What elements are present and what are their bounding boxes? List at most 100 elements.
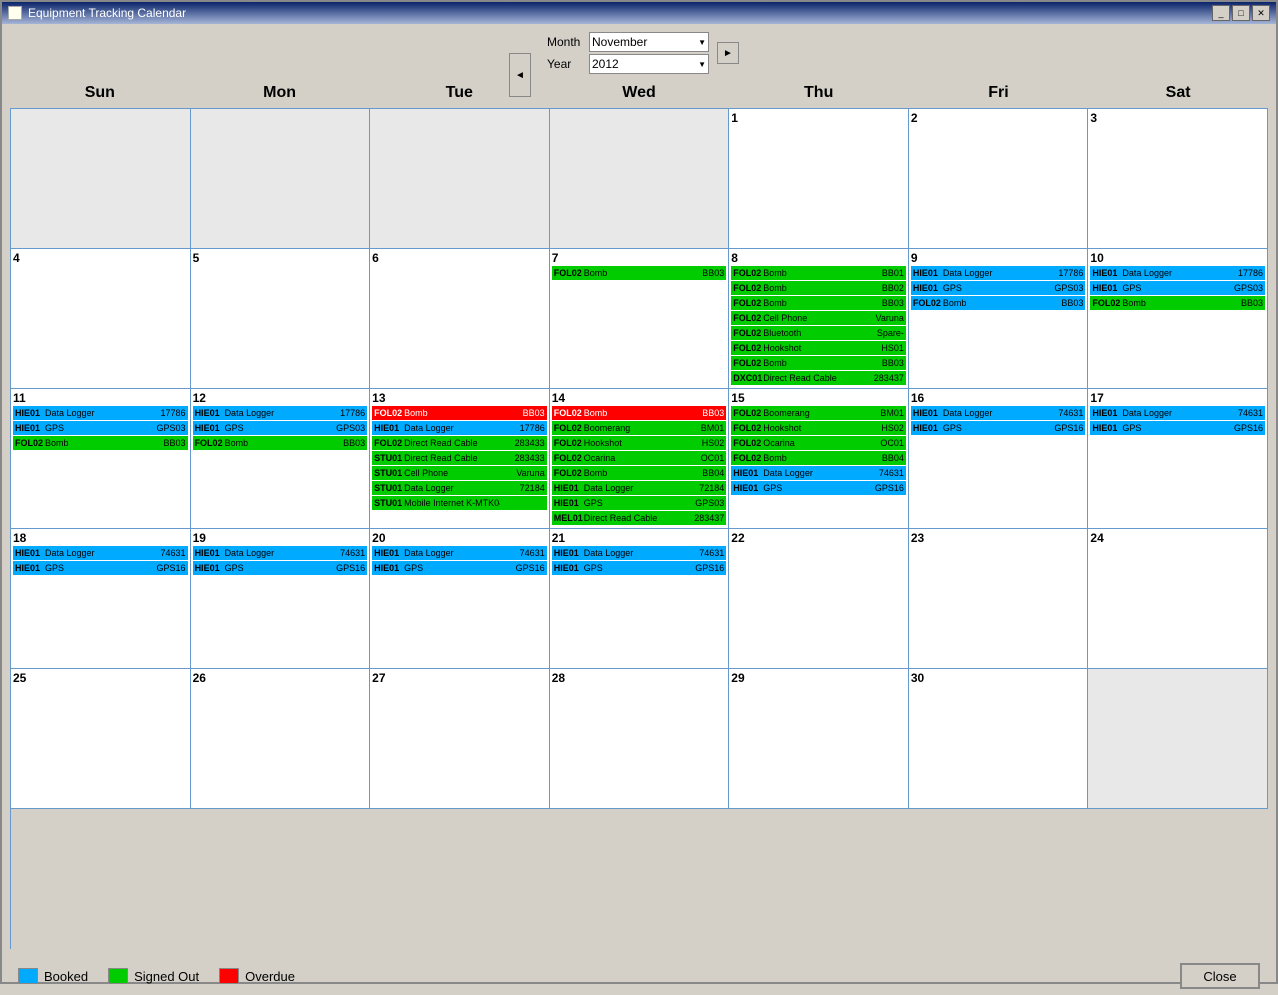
- calendar-cell[interactable]: [370, 109, 550, 249]
- calendar-cell[interactable]: 23: [909, 529, 1089, 669]
- event-item[interactable]: FOL02BombBB03: [552, 266, 727, 280]
- year-dropdown[interactable]: 2012 ▼: [589, 54, 709, 74]
- event-item[interactable]: FOL02Cell PhoneVaruna: [731, 311, 906, 325]
- event-item[interactable]: HIE01GPSGPS16: [13, 561, 188, 575]
- calendar-cell[interactable]: 17HIE01Data Logger74631HIE01GPSGPS16: [1088, 389, 1268, 529]
- calendar-cell[interactable]: 19HIE01Data Logger74631HIE01GPSGPS16: [191, 529, 371, 669]
- event-item[interactable]: FOL02HookshotHS02: [731, 421, 906, 435]
- calendar-cell[interactable]: 6: [370, 249, 550, 389]
- event-item[interactable]: HIE01GPSGPS16: [552, 561, 727, 575]
- event-item[interactable]: FOL02BombBB03: [911, 296, 1086, 310]
- calendar-cell[interactable]: 13FOL02BombBB03HIE01Data Logger17786FOL0…: [370, 389, 550, 529]
- close-window-button[interactable]: ✕: [1252, 5, 1270, 21]
- title-bar-controls[interactable]: _ □ ✕: [1212, 5, 1270, 21]
- calendar-cell[interactable]: 29: [729, 669, 909, 809]
- calendar-cell[interactable]: 12HIE01Data Logger17786HIE01GPSGPS03FOL0…: [191, 389, 371, 529]
- prev-month-button[interactable]: ◄: [509, 53, 531, 97]
- event-item[interactable]: HIE01Data Logger74631: [552, 546, 727, 560]
- event-item[interactable]: FOL02HookshotHS01: [731, 341, 906, 355]
- event-item[interactable]: FOL02BombBB03: [731, 356, 906, 370]
- event-item[interactable]: HIE01Data Logger17786: [1090, 266, 1265, 280]
- calendar-cell[interactable]: 11HIE01Data Logger17786HIE01GPSGPS03FOL0…: [11, 389, 191, 529]
- event-item[interactable]: FOL02BombBB03: [731, 296, 906, 310]
- event-item[interactable]: FOL02BombBB01: [731, 266, 906, 280]
- event-item[interactable]: HIE01Data Logger74631: [13, 546, 188, 560]
- calendar-cell[interactable]: 21HIE01Data Logger74631HIE01GPSGPS16: [550, 529, 730, 669]
- event-entity: FOL02: [913, 297, 943, 309]
- calendar-cell[interactable]: 8FOL02BombBB01FOL02BombBB02FOL02BombBB03…: [729, 249, 909, 389]
- calendar-cell[interactable]: 7FOL02BombBB03: [550, 249, 730, 389]
- event-item[interactable]: STU01Direct Read Cable283433: [372, 451, 547, 465]
- maximize-button[interactable]: □: [1232, 5, 1250, 21]
- event-item[interactable]: HIE01GPSGPS16: [193, 561, 368, 575]
- event-item[interactable]: FOL02BombBB03: [193, 436, 368, 450]
- event-item[interactable]: HIE01Data Logger17786: [911, 266, 1086, 280]
- event-item[interactable]: HIE01GPSGPS03: [911, 281, 1086, 295]
- event-item[interactable]: FOL02BoomerangBM01: [552, 421, 727, 435]
- calendar-cell[interactable]: 3: [1088, 109, 1268, 249]
- event-item[interactable]: STU01Data Logger72184: [372, 481, 547, 495]
- event-item[interactable]: HIE01GPSGPS03: [1090, 281, 1265, 295]
- event-item[interactable]: HIE01GPSGPS16: [731, 481, 906, 495]
- event-item[interactable]: FOL02OcarinaOC01: [731, 436, 906, 450]
- event-item[interactable]: FOL02BombBB04: [552, 466, 727, 480]
- event-item[interactable]: MEL01Direct Read Cable283437: [552, 511, 727, 525]
- event-item[interactable]: HIE01Data Logger72184: [552, 481, 727, 495]
- calendar-cell[interactable]: 20HIE01Data Logger74631HIE01GPSGPS16: [370, 529, 550, 669]
- event-item[interactable]: HIE01Data Logger74631: [911, 406, 1086, 420]
- event-item[interactable]: HIE01Data Logger17786: [193, 406, 368, 420]
- calendar-cell[interactable]: 14FOL02BombBB03FOL02BoomerangBM01FOL02Ho…: [550, 389, 730, 529]
- calendar-cell[interactable]: 26: [191, 669, 371, 809]
- calendar-cell[interactable]: [1088, 669, 1268, 809]
- calendar-cell[interactable]: [191, 109, 371, 249]
- event-item[interactable]: FOL02BombBB03: [552, 406, 727, 420]
- event-item[interactable]: FOL02BluetoothSpare-: [731, 326, 906, 340]
- event-item[interactable]: FOL02BombBB02: [731, 281, 906, 295]
- calendar-cell[interactable]: 10HIE01Data Logger17786HIE01GPSGPS03FOL0…: [1088, 249, 1268, 389]
- calendar-cell[interactable]: 18HIE01Data Logger74631HIE01GPSGPS16: [11, 529, 191, 669]
- calendar-cell[interactable]: 4: [11, 249, 191, 389]
- event-item[interactable]: FOL02BoomerangBM01: [731, 406, 906, 420]
- event-item[interactable]: HIE01Data Logger74631: [731, 466, 906, 480]
- event-item[interactable]: HIE01Data Logger17786: [372, 421, 547, 435]
- event-item[interactable]: HIE01GPSGPS16: [372, 561, 547, 575]
- next-month-button[interactable]: ►: [717, 42, 739, 64]
- event-item[interactable]: FOL02Direct Read Cable283433: [372, 436, 547, 450]
- event-item[interactable]: FOL02OcarinaOC01: [552, 451, 727, 465]
- cell-date: 10: [1090, 251, 1265, 265]
- calendar-cell[interactable]: 15FOL02BoomerangBM01FOL02HookshotHS02FOL…: [729, 389, 909, 529]
- close-button[interactable]: Close: [1180, 963, 1260, 989]
- calendar-cell[interactable]: 25: [11, 669, 191, 809]
- calendar-cell[interactable]: 16HIE01Data Logger74631HIE01GPSGPS16: [909, 389, 1089, 529]
- calendar-cell[interactable]: 22: [729, 529, 909, 669]
- minimize-button[interactable]: _: [1212, 5, 1230, 21]
- event-item[interactable]: FOL02BombBB03: [372, 406, 547, 420]
- event-item[interactable]: HIE01GPSGPS03: [552, 496, 727, 510]
- calendar-cell[interactable]: 30: [909, 669, 1089, 809]
- event-item[interactable]: HIE01GPSGPS03: [193, 421, 368, 435]
- calendar-cell[interactable]: [11, 109, 191, 249]
- event-item[interactable]: STU01Mobile Internet K-MTK04: [372, 496, 547, 510]
- calendar-cell[interactable]: [550, 109, 730, 249]
- event-item[interactable]: HIE01GPSGPS03: [13, 421, 188, 435]
- event-item[interactable]: FOL02HookshotHS02: [552, 436, 727, 450]
- event-item[interactable]: FOL02BombBB03: [13, 436, 188, 450]
- event-item[interactable]: FOL02BombBB04: [731, 451, 906, 465]
- event-item[interactable]: HIE01GPSGPS16: [1090, 421, 1265, 435]
- event-item[interactable]: FOL02BombBB03: [1090, 296, 1265, 310]
- event-item[interactable]: HIE01Data Logger74631: [1090, 406, 1265, 420]
- calendar-cell[interactable]: 5: [191, 249, 371, 389]
- calendar-cell[interactable]: 27: [370, 669, 550, 809]
- event-item[interactable]: DXC01Direct Read Cable283437: [731, 371, 906, 385]
- event-item[interactable]: HIE01Data Logger74631: [372, 546, 547, 560]
- month-dropdown[interactable]: November ▼: [589, 32, 709, 52]
- calendar-cell[interactable]: 2: [909, 109, 1089, 249]
- calendar-cell[interactable]: 24: [1088, 529, 1268, 669]
- event-item[interactable]: HIE01Data Logger17786: [13, 406, 188, 420]
- event-item[interactable]: HIE01GPSGPS16: [911, 421, 1086, 435]
- event-item[interactable]: STU01Cell PhoneVaruna: [372, 466, 547, 480]
- event-item[interactable]: HIE01Data Logger74631: [193, 546, 368, 560]
- calendar-cell[interactable]: 9HIE01Data Logger17786HIE01GPSGPS03FOL02…: [909, 249, 1089, 389]
- calendar-cell[interactable]: 28: [550, 669, 730, 809]
- calendar-cell[interactable]: 1: [729, 109, 909, 249]
